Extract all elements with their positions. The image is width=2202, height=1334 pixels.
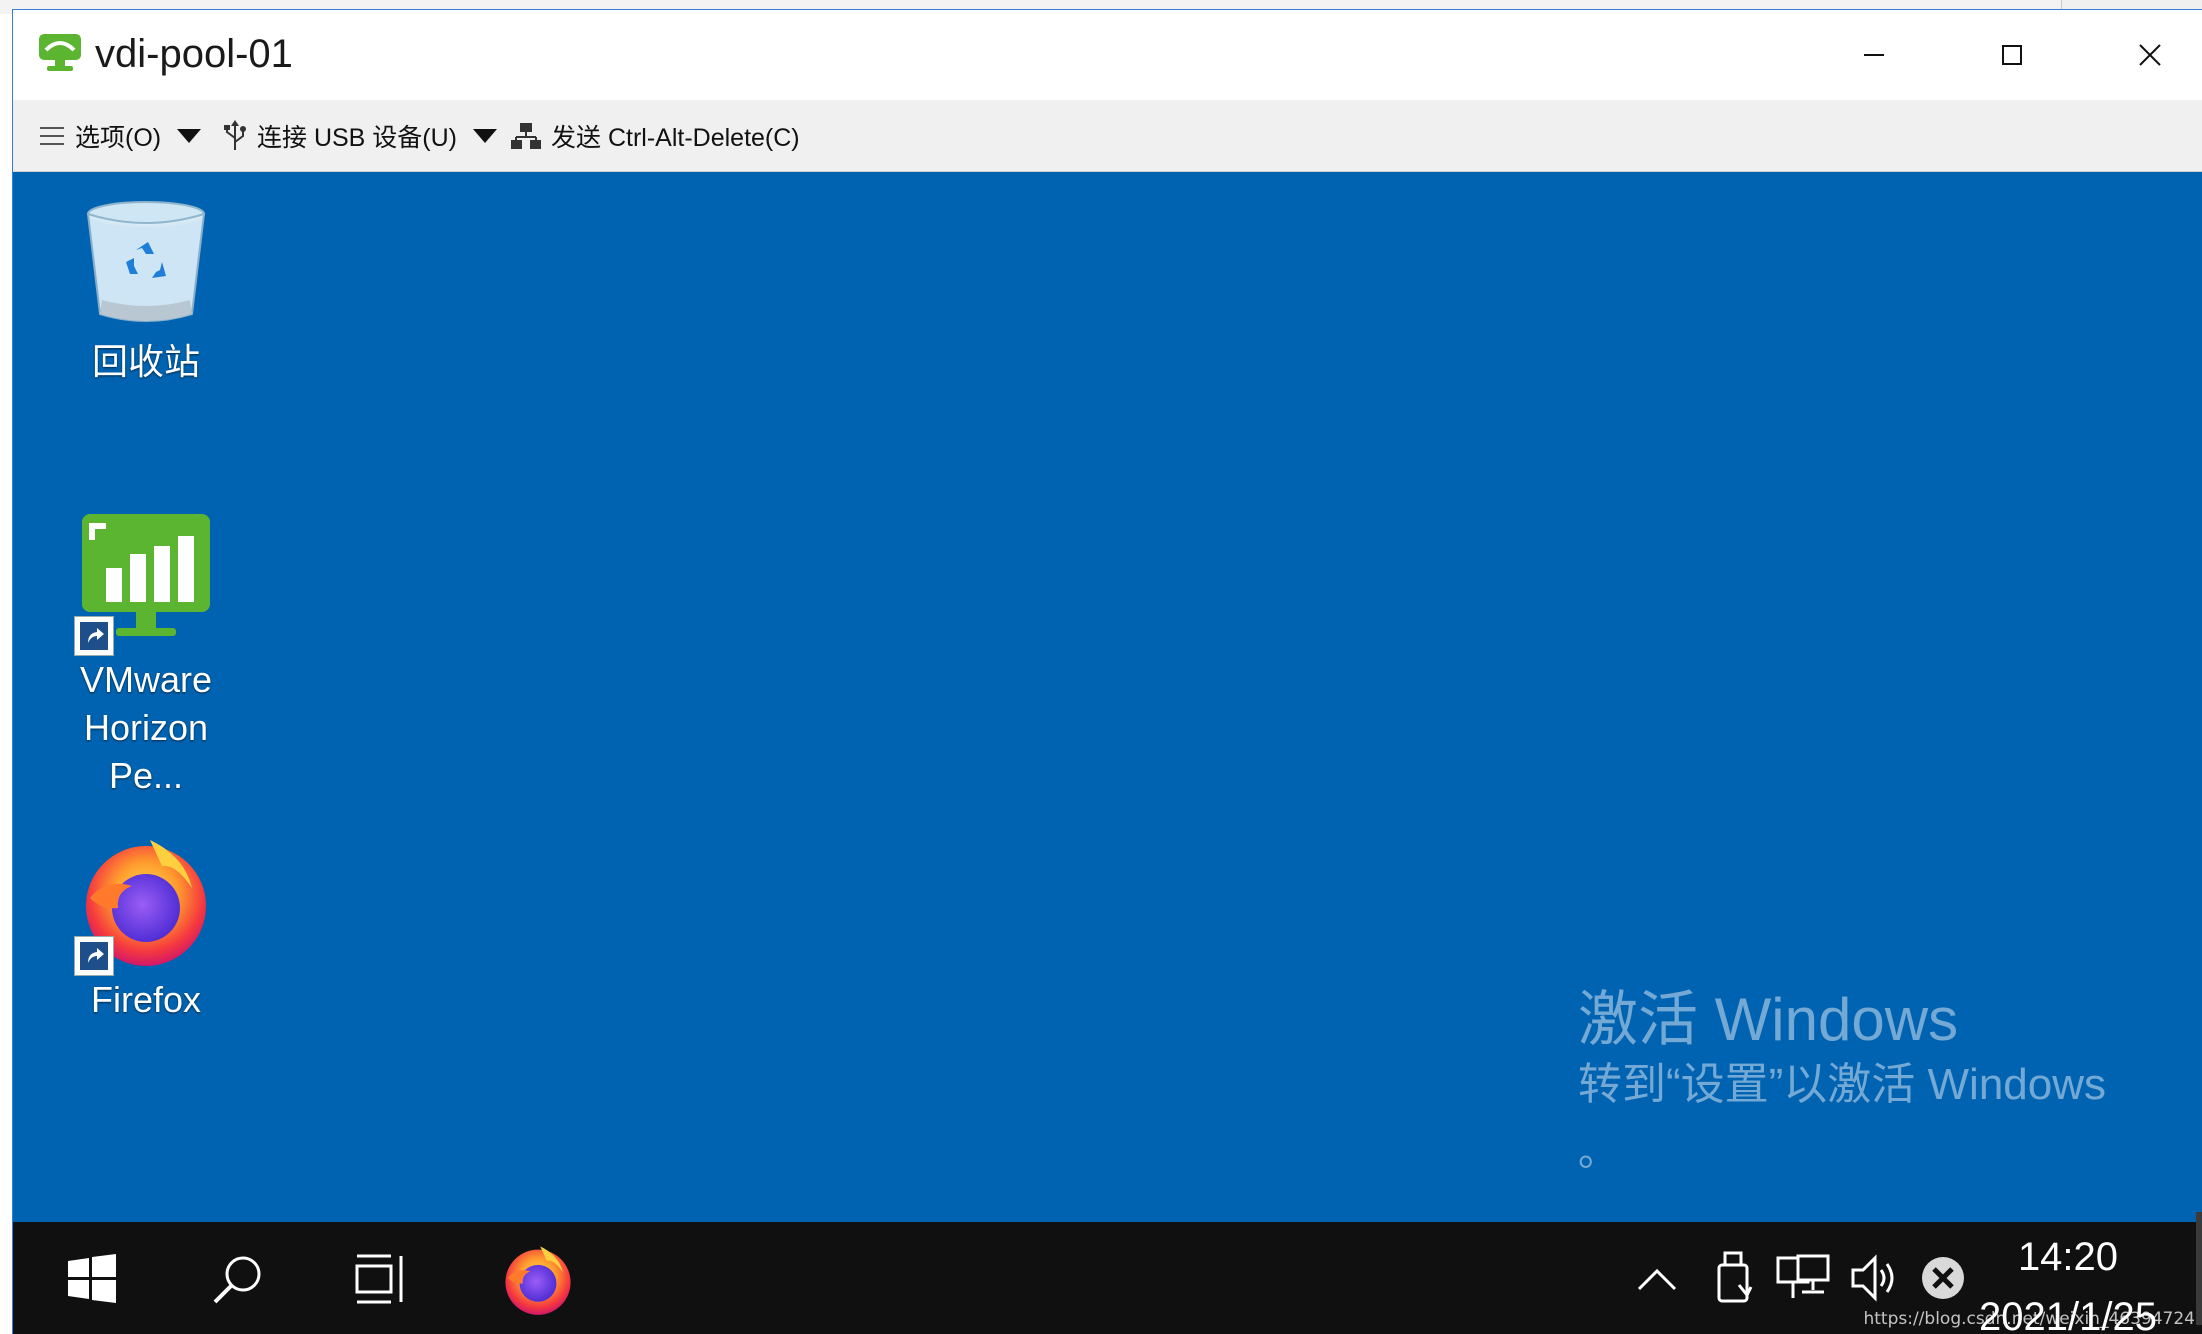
search-icon	[213, 1256, 261, 1303]
task-view-button[interactable]	[335, 1222, 425, 1334]
shortcut-arrow-icon	[74, 936, 114, 976]
usb-drive-tray-button[interactable]	[1705, 1250, 1761, 1306]
options-menu-button[interactable]: 选项(O)	[39, 100, 202, 172]
horizon-label-line2: Horizon Pe...	[83, 707, 209, 796]
clock-time: 14:20	[2017, 1235, 2119, 1279]
start-button[interactable]	[47, 1222, 137, 1334]
recycle-bin-icon	[76, 192, 216, 332]
recycle-bin-label: 回收站	[91, 341, 200, 382]
usb-icon	[223, 120, 247, 152]
taskbar: 14:20 2021/1/25 https://blog.csdn.net/we…	[13, 1222, 2202, 1334]
activate-windows-tail: 。	[1578, 1130, 1618, 1174]
options-label: 选项(O)	[75, 124, 162, 152]
shortcut-arrow-icon	[74, 616, 114, 656]
firefox-icon	[74, 830, 216, 976]
show-hidden-icons-button[interactable]	[1629, 1250, 1685, 1306]
hamburger-menu-icon	[39, 125, 65, 147]
firefox-icon	[505, 1245, 571, 1315]
window-title: vdi-pool-01	[95, 32, 293, 76]
volume-tray-button[interactable]	[1847, 1250, 1903, 1306]
error-icon	[1922, 1257, 1964, 1299]
network-icon	[1776, 1254, 1830, 1298]
send-ctrl-alt-delete-button[interactable]: 发送 Ctrl-Alt-Delete(C)	[511, 100, 800, 172]
connect-usb-button[interactable]: 连接 USB 设备(U)	[223, 100, 498, 172]
volume-icon	[1851, 1254, 1894, 1302]
horizon-label: VMware Horizon Pe...	[51, 656, 241, 800]
horizon-performance-icon	[74, 510, 216, 656]
horizon-client-icon	[37, 32, 83, 74]
client-toolbar: 选项(O) 连接 USB 设备(U) 发送 Ctrl-Alt-Delete(C)	[13, 100, 2202, 172]
screen-edge	[2196, 1212, 2202, 1325]
vdi-client-window: vdi-pool-01 选项(O) 连接 USB 设备(U) 发送 Ctrl-A…	[12, 9, 2202, 1334]
activate-windows-subtitle: 转到“设置”以激活 Windows	[1578, 1060, 2107, 1109]
network-tray-button[interactable]	[1775, 1250, 1831, 1306]
minimize-icon	[1864, 54, 1884, 56]
desktop-icon-firefox[interactable]: Firefox	[51, 830, 241, 1024]
windows-logo-icon	[68, 1253, 116, 1303]
chevron-down-icon	[177, 129, 202, 143]
firefox-label: Firefox	[90, 979, 202, 1020]
chevron-up-icon	[1637, 1268, 1677, 1291]
watermark-text: https://blog.csdn.net/weixin_46394724	[1863, 1309, 2195, 1329]
minimize-button[interactable]	[1805, 10, 1943, 100]
taskbar-firefox-button[interactable]	[483, 1222, 593, 1334]
close-icon	[2139, 44, 2161, 66]
maximize-icon	[2002, 45, 2022, 65]
close-button[interactable]	[2081, 10, 2202, 100]
usb-label: 连接 USB 设备(U)	[257, 124, 458, 152]
title-bar: vdi-pool-01	[13, 10, 2202, 100]
desktop-icon-recycle-bin[interactable]: 回收站	[51, 192, 241, 386]
activate-windows-title: 激活 Windows	[1578, 986, 1959, 1053]
remote-desktop[interactable]: 回收站 VMware Horizon Pe... Firefox 激活 Wind…	[13, 172, 2202, 1222]
horizon-label-line1: VMware	[79, 659, 213, 700]
maximize-button[interactable]	[1943, 10, 2081, 100]
chevron-down-icon	[473, 129, 498, 143]
network-share-icon	[511, 122, 541, 150]
search-button[interactable]	[193, 1222, 283, 1334]
usb-drive-icon	[1717, 1251, 1753, 1303]
cad-label: 发送 Ctrl-Alt-Delete(C)	[551, 124, 800, 152]
desktop-icon-vmware-horizon[interactable]: VMware Horizon Pe...	[51, 510, 241, 800]
task-view-icon	[355, 1254, 403, 1303]
